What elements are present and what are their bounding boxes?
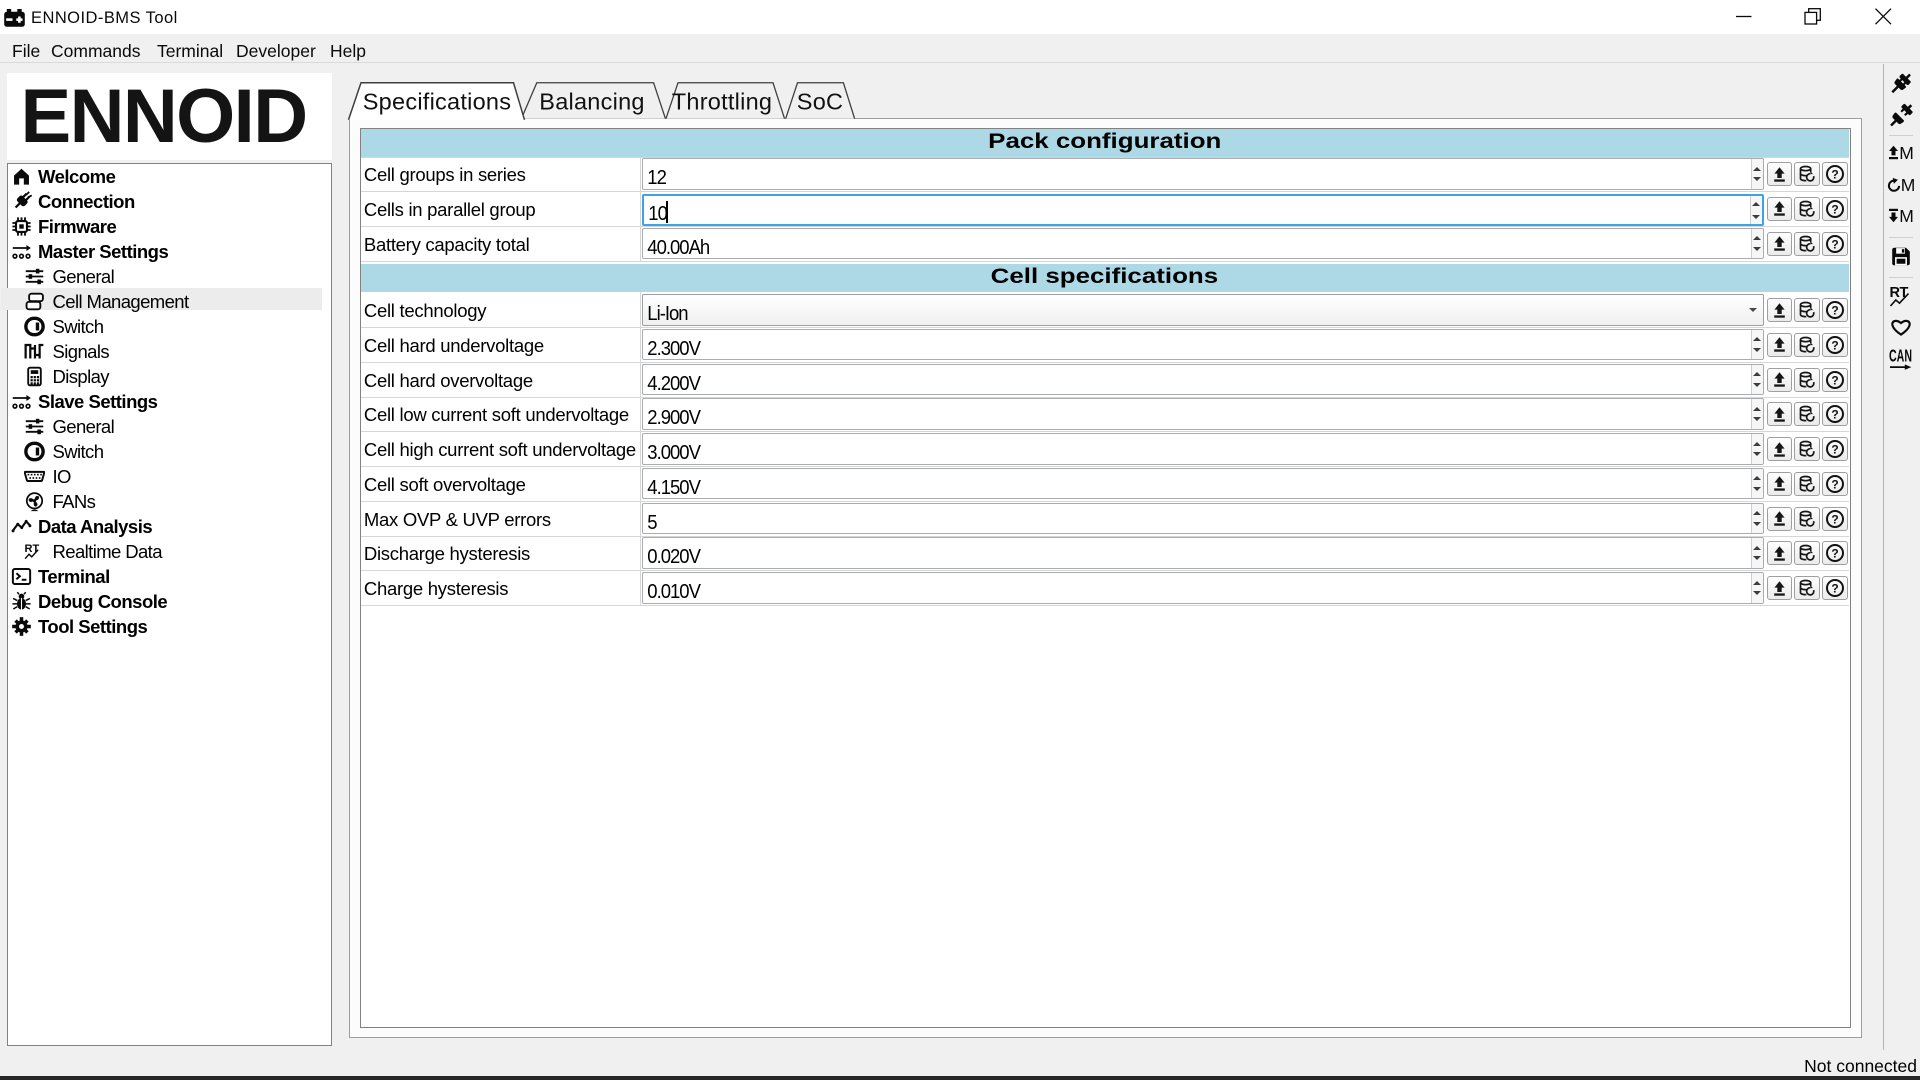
svg-text:Specifications: Specifications	[363, 89, 512, 115]
svg-text:RT: RT	[1890, 285, 1909, 301]
svg-text:Balancing: Balancing	[539, 89, 644, 115]
svg-text:M: M	[1901, 175, 1916, 194]
svg-text:CAN: CAN	[1889, 348, 1912, 365]
svg-text:?: ?	[1831, 338, 1838, 352]
svg-text:?: ?	[1831, 168, 1838, 182]
svg-text:?: ?	[1831, 237, 1838, 251]
svg-text:?: ?	[1831, 373, 1838, 387]
svg-text:M: M	[1899, 206, 1914, 225]
svg-text:RT: RT	[25, 543, 40, 555]
svg-text:?: ?	[1831, 512, 1838, 526]
svg-text:?: ?	[1831, 443, 1838, 457]
svg-text:?: ?	[1831, 477, 1838, 491]
svg-text:?: ?	[1831, 408, 1838, 422]
svg-text:?: ?	[1831, 203, 1838, 217]
svg-text:SoC: SoC	[797, 89, 843, 115]
svg-text:M: M	[1899, 143, 1914, 162]
svg-text:?: ?	[1831, 582, 1838, 596]
svg-text:?: ?	[1831, 547, 1838, 561]
svg-text:?: ?	[1831, 304, 1838, 318]
svg-text:Throttling: Throttling	[672, 89, 772, 115]
